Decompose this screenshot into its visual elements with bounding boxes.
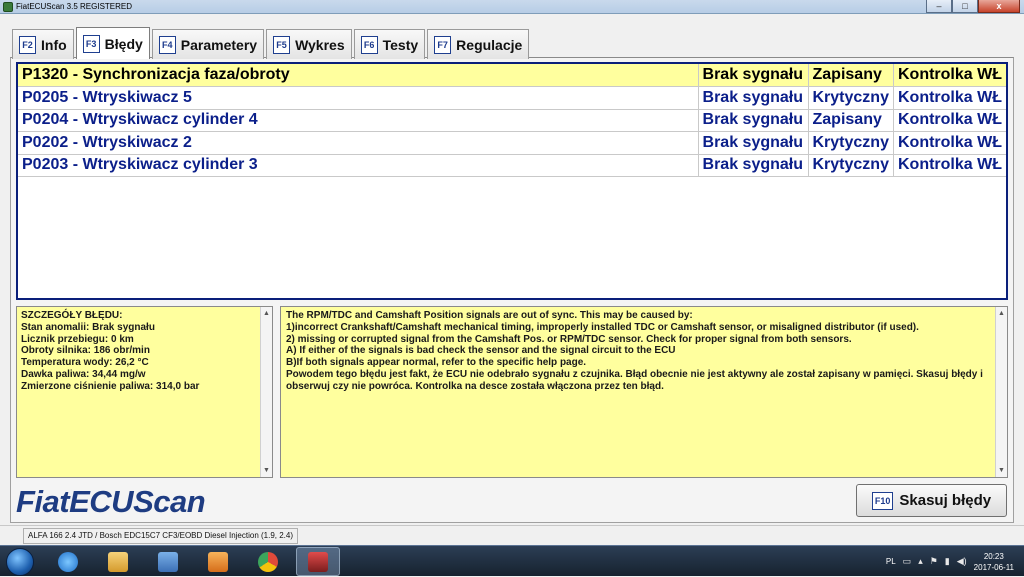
start-orb-icon[interactable] — [6, 548, 34, 576]
fault-code: P1320 - Synchronizacja faza/obroty — [18, 64, 699, 87]
scroll-down-icon[interactable]: ▼ — [996, 465, 1007, 476]
tab-tests[interactable]: F6 Testy — [353, 29, 426, 59]
f3-key-icon: F3 — [82, 34, 100, 53]
f10-key-icon: F10 — [871, 491, 894, 510]
clock-time: 20:23 — [983, 551, 1004, 561]
keyboard-icon[interactable]: ▭ — [903, 556, 912, 567]
fault-signal: Brak sygnału — [698, 64, 809, 87]
fault-signal: Brak sygnału — [698, 86, 809, 110]
fault-code: P0204 - Wtryskiwacz cylinder 4 — [18, 109, 699, 132]
f6-key-icon: F6 — [360, 35, 378, 54]
fault-list: P1320 - Synchronizacja faza/obroty Brak … — [16, 62, 1008, 300]
fault-lamp: Kontrolka WŁ — [893, 109, 1006, 132]
f2-key-icon: F2 — [19, 35, 36, 54]
fault-row[interactable]: P0202 - Wtryskiwacz 2 Brak sygnału Kryty… — [18, 131, 1006, 155]
fault-signal: Brak sygnału — [698, 131, 809, 155]
app-logo: FiatECUScan — [16, 484, 206, 519]
ie-icon[interactable] — [46, 547, 90, 576]
network-icon[interactable]: ▮ — [945, 556, 950, 567]
minimize-button[interactable]: – — [926, 0, 952, 13]
help-line: 2) missing or corrupted signal from the … — [286, 333, 852, 345]
taskbar: PL ▭ ▴ ⚑ ▮ ◀) 20:23 2017-06-11 — [0, 545, 1024, 576]
fault-row[interactable]: P0205 - Wtryskiwacz 5 Brak sygnału Kryty… — [18, 86, 1006, 110]
vehicle-info: ALFA 166 2.4 JTD / Bosch EDC15C7 CF3/EOB… — [23, 528, 299, 544]
chrome-icon[interactable] — [246, 547, 290, 576]
window-controls: – □ x — [926, 0, 1020, 13]
details-line: Temperatura wody: 26,2 °C — [21, 357, 149, 369]
fault-lamp: Kontrolka WŁ — [893, 131, 1006, 155]
tab-parameters[interactable]: F4 Parametery — [151, 29, 265, 59]
details-heading: SZCZEGÓŁY BŁĘDU: — [21, 310, 123, 321]
fault-state: Krytyczny — [808, 131, 894, 155]
app-icon — [3, 2, 13, 12]
tab-chart[interactable]: F5 Wykres — [266, 29, 352, 59]
details-line: Obroty silnika: 186 obr/min — [21, 345, 150, 357]
clock-date: 2017-06-11 — [973, 562, 1014, 572]
volume-icon[interactable]: ◀) — [957, 556, 967, 567]
tab-bar: F2 Info F3 Błędy F4 Parametery F5 Wykres… — [12, 27, 530, 59]
window-title: FiatECUScan 3.5 REGISTERED — [16, 2, 133, 11]
language-indicator[interactable]: PL — [886, 557, 896, 566]
action-center-icon[interactable]: ⚑ — [930, 556, 938, 567]
fault-details-panel[interactable]: SZCZEGÓŁY BŁĘDU: Stan anomalii: Brak syg… — [16, 306, 273, 478]
clock[interactable]: 20:23 2017-06-11 — [974, 551, 1014, 573]
fault-signal: Brak sygnału — [698, 109, 809, 132]
tab-errors[interactable]: F3 Błędy — [75, 27, 150, 59]
help-line: B)If both signals appear normal, refer t… — [286, 357, 587, 369]
fault-row[interactable]: P1320 - Synchronizacja faza/obroty Brak … — [18, 64, 1006, 87]
f4-key-icon: F4 — [158, 35, 176, 54]
help-scrollbar[interactable]: ▲ ▼ — [995, 307, 1007, 477]
fault-state: Zapisany — [808, 109, 894, 132]
tab-label: Wykres — [295, 36, 345, 53]
help-line: Powodem tego błędu jest fakt, że ECU nie… — [286, 368, 983, 392]
close-button[interactable]: x — [978, 0, 1020, 13]
fault-help-panel[interactable]: The RPM/TDC and Camshaft Position signal… — [280, 306, 1008, 478]
player-icon[interactable] — [196, 547, 240, 576]
fault-state: Krytyczny — [808, 154, 894, 177]
fault-code: P0203 - Wtryskiwacz cylinder 3 — [18, 154, 699, 177]
fault-state: Zapisany — [808, 64, 894, 87]
fault-code: P0205 - Wtryskiwacz 5 — [18, 86, 699, 110]
fault-state: Krytyczny — [808, 86, 894, 110]
scroll-up-icon[interactable]: ▲ — [996, 308, 1007, 319]
tab-label: Błędy — [104, 35, 143, 52]
status-bar: ALFA 166 2.4 JTD / Bosch EDC15C7 CF3/EOB… — [0, 525, 1024, 545]
clear-faults-label: Skasuj błędy — [899, 492, 992, 509]
media-icon[interactable] — [146, 547, 190, 576]
tab-label: Parametery — [180, 36, 258, 53]
details-scrollbar[interactable]: ▲ ▼ — [260, 307, 272, 477]
scroll-up-icon[interactable]: ▲ — [261, 308, 272, 319]
show-hidden-icons-icon[interactable]: ▴ — [918, 556, 923, 567]
details-line: Licznik przebiegu: 0 km — [21, 333, 134, 345]
tab-info[interactable]: F2 Info — [12, 29, 74, 59]
f5-key-icon: F5 — [273, 35, 291, 54]
tab-label: Info — [41, 36, 67, 53]
f7-key-icon: F7 — [434, 35, 452, 54]
title-bar: FiatECUScan 3.5 REGISTERED – □ x — [0, 0, 1024, 14]
tab-adjustments[interactable]: F7 Regulacje — [427, 29, 530, 59]
scroll-down-icon[interactable]: ▼ — [261, 465, 272, 476]
fault-table: P1320 - Synchronizacja faza/obroty Brak … — [18, 64, 1006, 177]
fault-row[interactable]: P0203 - Wtryskiwacz cylinder 3 Brak sygn… — [18, 154, 1006, 177]
details-line: Stan anomalii: Brak sygnału — [21, 321, 155, 333]
details-line: Zmierzone ciśnienie paliwa: 314,0 bar — [21, 380, 200, 392]
help-line: The RPM/TDC and Camshaft Position signal… — [286, 310, 693, 321]
fault-lamp: Kontrolka WŁ — [893, 86, 1006, 110]
fault-lamp: Kontrolka WŁ — [893, 154, 1006, 177]
explorer-icon[interactable] — [96, 547, 140, 576]
fault-code: P0202 - Wtryskiwacz 2 — [18, 131, 699, 155]
tab-label: Testy — [382, 36, 419, 53]
clear-faults-button[interactable]: F10 Skasuj błędy — [856, 484, 1007, 517]
maximize-button[interactable]: □ — [952, 0, 978, 13]
tab-label: Regulacje — [456, 36, 523, 53]
details-line: Dawka paliwa: 34,44 mg/w — [21, 368, 146, 380]
taskbar-apps — [46, 547, 340, 576]
fiatecuscan-task-icon[interactable] — [296, 547, 340, 576]
help-line: 1)incorrect Crankshaft/Camshaft mechanic… — [286, 321, 919, 333]
system-tray: PL ▭ ▴ ⚑ ▮ ◀) 20:23 2017-06-11 — [886, 546, 1014, 577]
fault-lamp: Kontrolka WŁ — [893, 64, 1006, 87]
help-line: A) If either of the signals is bad check… — [286, 345, 676, 357]
fault-signal: Brak sygnału — [698, 154, 809, 177]
fault-row[interactable]: P0204 - Wtryskiwacz cylinder 4 Brak sygn… — [18, 109, 1006, 132]
